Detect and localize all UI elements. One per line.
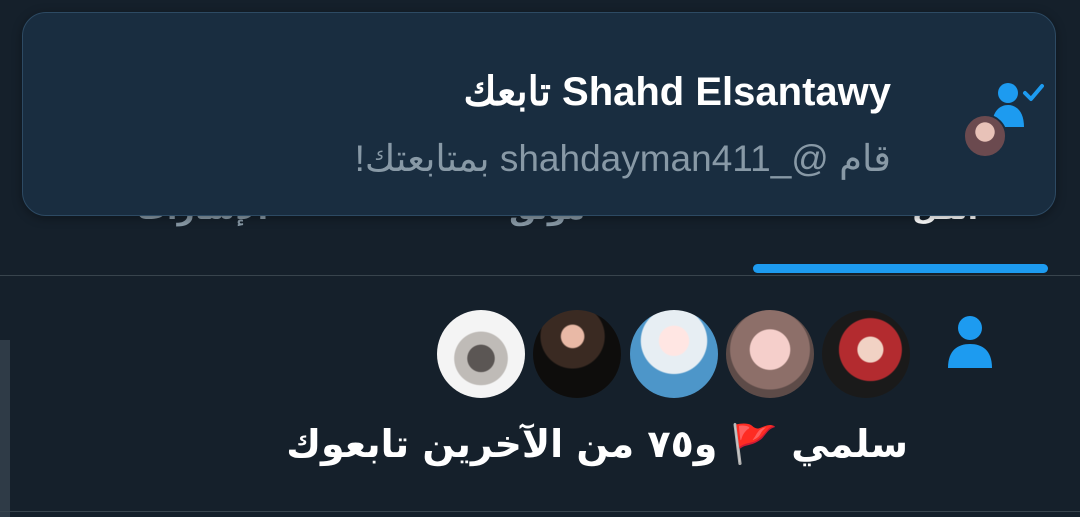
follow-toast[interactable]: Shahd Elsantawy تابعك قام @_shahdayman41… xyxy=(22,12,1056,216)
follower-avatar[interactable] xyxy=(726,310,814,398)
follower-avatar[interactable] xyxy=(437,310,525,398)
toast-title: Shahd Elsantawy تابعك xyxy=(463,70,891,114)
notification-rest: و٧٥ من الآخرين تابعوك xyxy=(286,422,718,466)
person-icon xyxy=(948,316,992,368)
follower-name[interactable]: سلمي xyxy=(791,422,908,466)
flag-emoji: 🚩 xyxy=(730,422,778,466)
follower-avatar[interactable] xyxy=(822,310,910,398)
toast-avatar xyxy=(963,114,1007,158)
notification-text: سلمي 🚩 و٧٥ من الآخرين تابعوك xyxy=(286,422,908,467)
follower-avatar[interactable] xyxy=(533,310,621,398)
follower-avatar[interactable] xyxy=(630,310,718,398)
active-tab-indicator xyxy=(753,264,1048,273)
scrollbar[interactable] xyxy=(0,340,10,517)
toast-subtitle: قام @_shahdayman411 بمتابعتك! xyxy=(354,138,891,179)
divider xyxy=(0,511,1080,512)
follow-notification[interactable] xyxy=(0,276,1080,517)
